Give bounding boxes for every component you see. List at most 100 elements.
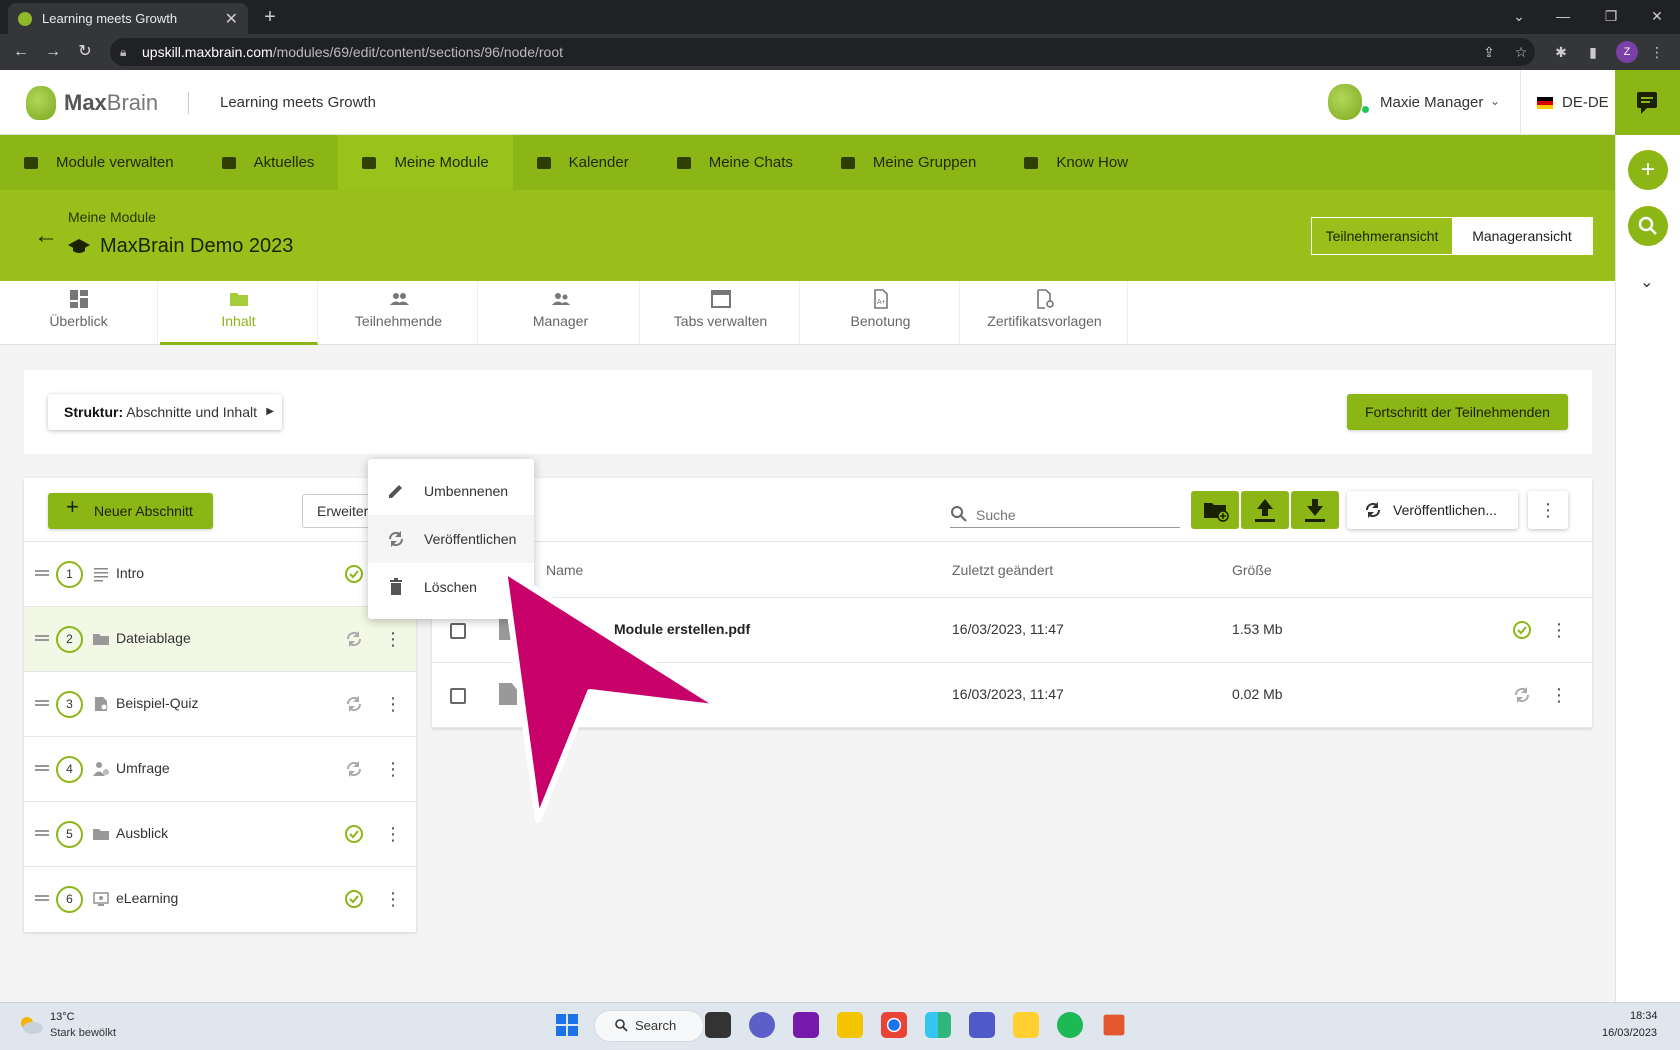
section-more-icon[interactable]: ⋮	[384, 693, 402, 715]
file-more-icon[interactable]: ⋮	[1550, 684, 1568, 706]
menu-item-publish[interactable]: Veröffentlichen	[368, 515, 534, 563]
tab-ueberblick[interactable]: Überblick	[0, 281, 158, 345]
section-row[interactable]: 6 eLearning ⋮	[24, 866, 416, 931]
browser-tab[interactable]: Learning meets Growth ✕	[8, 3, 248, 34]
nav-meine-gruppen[interactable]: Meine Gruppen	[817, 135, 1000, 190]
section-row[interactable]: 2 Dateiablage ⋮	[24, 606, 416, 671]
file-explorer-icon[interactable]	[837, 1012, 863, 1038]
back-icon[interactable]: ←	[10, 42, 32, 62]
published-check-icon[interactable]	[1512, 620, 1532, 640]
section-more-icon[interactable]: ⋮	[384, 888, 402, 910]
add-button[interactable]: +	[1628, 150, 1668, 190]
manager-view-button[interactable]: Manageransicht	[1452, 218, 1592, 254]
start-button[interactable]	[556, 1014, 578, 1036]
file-more-icon[interactable]: ⋮	[1550, 619, 1568, 641]
participant-view-button[interactable]: Teilnehmeransicht	[1312, 218, 1452, 254]
new-folder-button[interactable]	[1191, 491, 1239, 529]
published-check-icon[interactable]	[344, 564, 364, 584]
side-panel-icon[interactable]: ▮	[1584, 43, 1602, 61]
language-selector[interactable]: DE-DE	[1562, 94, 1609, 111]
clock-date[interactable]: 16/03/2023	[1602, 1027, 1657, 1039]
published-check-icon[interactable]	[344, 824, 364, 844]
drag-handle-icon[interactable]	[35, 700, 49, 706]
row-checkbox[interactable]	[450, 688, 466, 704]
nav-kalender[interactable]: Kalender	[513, 135, 653, 190]
restore-button[interactable]: ❐	[1588, 4, 1634, 28]
breadcrumb[interactable]: Meine Module	[68, 209, 156, 225]
drag-handle-icon[interactable]	[35, 830, 49, 836]
search-button[interactable]	[1628, 206, 1668, 246]
user-name[interactable]: Maxie Manager	[1380, 94, 1483, 111]
unpublished-sync-icon[interactable]	[344, 629, 364, 649]
menu-item-rename[interactable]: Umbennenen	[368, 467, 534, 515]
drag-handle-icon[interactable]	[35, 765, 49, 771]
drag-handle-icon[interactable]	[35, 895, 49, 901]
tab-benotung[interactable]: A+ Benotung	[802, 281, 960, 345]
section-more-icon[interactable]: ⋮	[384, 628, 402, 650]
bookmark-star-icon[interactable]: ☆	[1512, 43, 1530, 61]
miro-icon[interactable]	[1013, 1012, 1039, 1038]
taskbar-search[interactable]: Search	[594, 1010, 704, 1042]
section-row[interactable]: 4 Umfrage ⋮	[24, 736, 416, 801]
teams-icon[interactable]	[969, 1012, 995, 1038]
clock-time[interactable]: 18:34	[1630, 1010, 1658, 1022]
tab-search-icon[interactable]: ⌄	[1496, 4, 1542, 28]
tab-zertifikatsvorlagen[interactable]: Zertifikatsvorlagen	[962, 281, 1128, 345]
extensions-icon[interactable]: ✱	[1552, 43, 1570, 61]
unpublished-sync-icon[interactable]	[1512, 685, 1532, 705]
share-icon[interactable]: ⇪	[1480, 43, 1498, 61]
tab-manager[interactable]: Manager	[482, 281, 640, 345]
chrome-icon[interactable]	[881, 1012, 907, 1038]
section-more-icon[interactable]: ⋮	[384, 823, 402, 845]
new-tab-button[interactable]: +	[258, 6, 282, 30]
tab-inhalt[interactable]: Inhalt	[160, 281, 318, 345]
reload-icon[interactable]: ↻	[74, 42, 96, 62]
chevron-down-icon[interactable]: ⌄	[1640, 272, 1653, 292]
participant-progress-button[interactable]: Fortschritt der Teilnehmenden	[1347, 394, 1568, 430]
unpublished-sync-icon[interactable]	[344, 694, 364, 714]
slack-icon[interactable]	[925, 1012, 951, 1038]
chevron-down-icon[interactable]: ⌄	[1490, 94, 1500, 108]
nav-know-how[interactable]: Know How	[1000, 135, 1152, 190]
chat-app-icon[interactable]	[749, 1012, 775, 1038]
drag-handle-icon[interactable]	[35, 570, 49, 576]
more-options-button[interactable]: ⋮	[1528, 491, 1568, 529]
task-view-icon[interactable]	[705, 1012, 731, 1038]
profile-avatar[interactable]: Z	[1616, 41, 1638, 63]
nav-meine-module[interactable]: Meine Module	[338, 135, 513, 190]
section-row[interactable]: 5 Ausblick ⋮	[24, 801, 416, 866]
drag-handle-icon[interactable]	[35, 635, 49, 641]
spotify-icon[interactable]	[1057, 1012, 1083, 1038]
maxbrain-logo[interactable]: MaxBrain	[26, 86, 158, 120]
nav-aktuelles[interactable]: Aktuelles	[198, 135, 339, 190]
address-bar[interactable]: 🔒︎ upskill.maxbrain.com/modules/69/edit/…	[110, 38, 1535, 66]
browser-menu-icon[interactable]: ⋮	[1648, 43, 1666, 61]
column-size[interactable]: Größe	[1232, 562, 1272, 578]
tab-tabs-verwalten[interactable]: Tabs verwalten	[642, 281, 800, 345]
forward-icon[interactable]: →	[42, 42, 64, 62]
onenote-icon[interactable]	[793, 1012, 819, 1038]
chat-panel-button[interactable]	[1615, 70, 1680, 135]
section-more-icon[interactable]: ⋮	[384, 758, 402, 780]
nav-meine-chats[interactable]: Meine Chats	[653, 135, 817, 190]
published-check-icon[interactable]	[344, 889, 364, 909]
unpublished-sync-icon[interactable]	[344, 759, 364, 779]
close-tab-icon[interactable]: ✕	[225, 9, 238, 29]
tab-teilnehmende[interactable]: Teilnehmende	[320, 281, 478, 345]
back-arrow-icon[interactable]: ←	[34, 222, 58, 250]
column-modified[interactable]: Zuletzt geändert	[952, 562, 1053, 578]
minimize-button[interactable]: —	[1540, 4, 1586, 28]
weather-temperature[interactable]: 13°C	[50, 1011, 75, 1023]
section-row[interactable]: 3 Beispiel-Quiz ⋮	[24, 671, 416, 736]
snipping-tool-icon[interactable]	[1103, 1014, 1125, 1036]
weather-description[interactable]: Stark bewölkt	[50, 1027, 116, 1039]
structure-selector[interactable]: Struktur: Abschnitte und Inhalt ▶	[48, 394, 282, 430]
upload-button[interactable]	[1241, 491, 1289, 529]
section-row[interactable]: 1Intro⋮	[24, 541, 416, 606]
nav-module-verwalten[interactable]: Module verwalten	[0, 135, 198, 190]
search-input[interactable]	[950, 502, 1180, 528]
download-button[interactable]	[1291, 491, 1339, 529]
row-checkbox[interactable]	[450, 623, 466, 639]
close-window-button[interactable]: ✕	[1634, 4, 1680, 28]
user-avatar[interactable]	[1328, 84, 1362, 120]
